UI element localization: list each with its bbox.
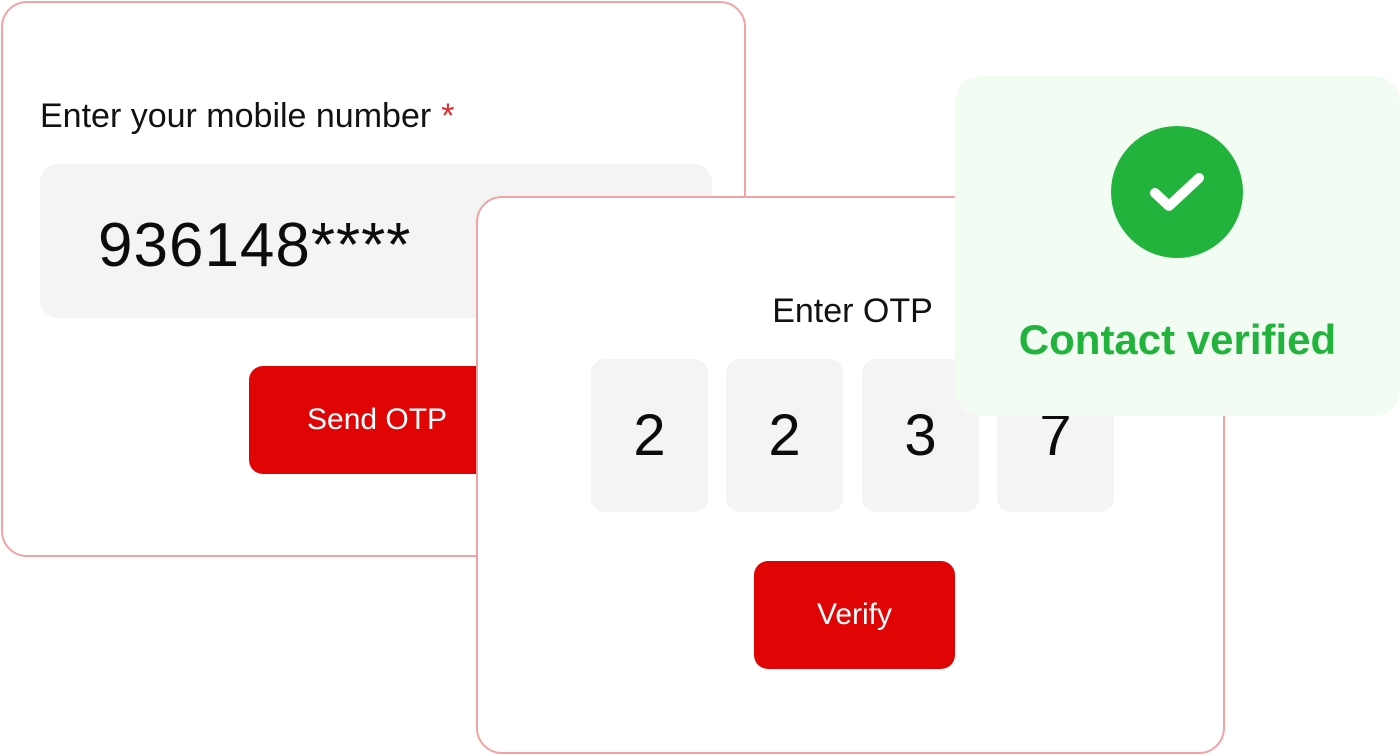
check-icon (1111, 126, 1243, 258)
verification-flow: Enter your mobile number * 936148**** Sen… (0, 0, 1400, 756)
verify-button[interactable]: Verify (754, 561, 955, 669)
required-marker: * (441, 97, 455, 135)
mobile-number-value: 936148**** (98, 211, 412, 280)
contact-verified-message: Contact verified (1018, 316, 1337, 363)
mobile-number-label: Enter your mobile number * (40, 97, 454, 136)
contact-verified-card: Contact verified (955, 76, 1400, 416)
mobile-number-label-text: Enter your mobile number (40, 97, 432, 135)
otp-digit-box[interactable]: 2 (726, 359, 843, 512)
otp-digit-box[interactable]: 2 (591, 359, 708, 512)
send-otp-button[interactable]: Send OTP (249, 366, 509, 474)
